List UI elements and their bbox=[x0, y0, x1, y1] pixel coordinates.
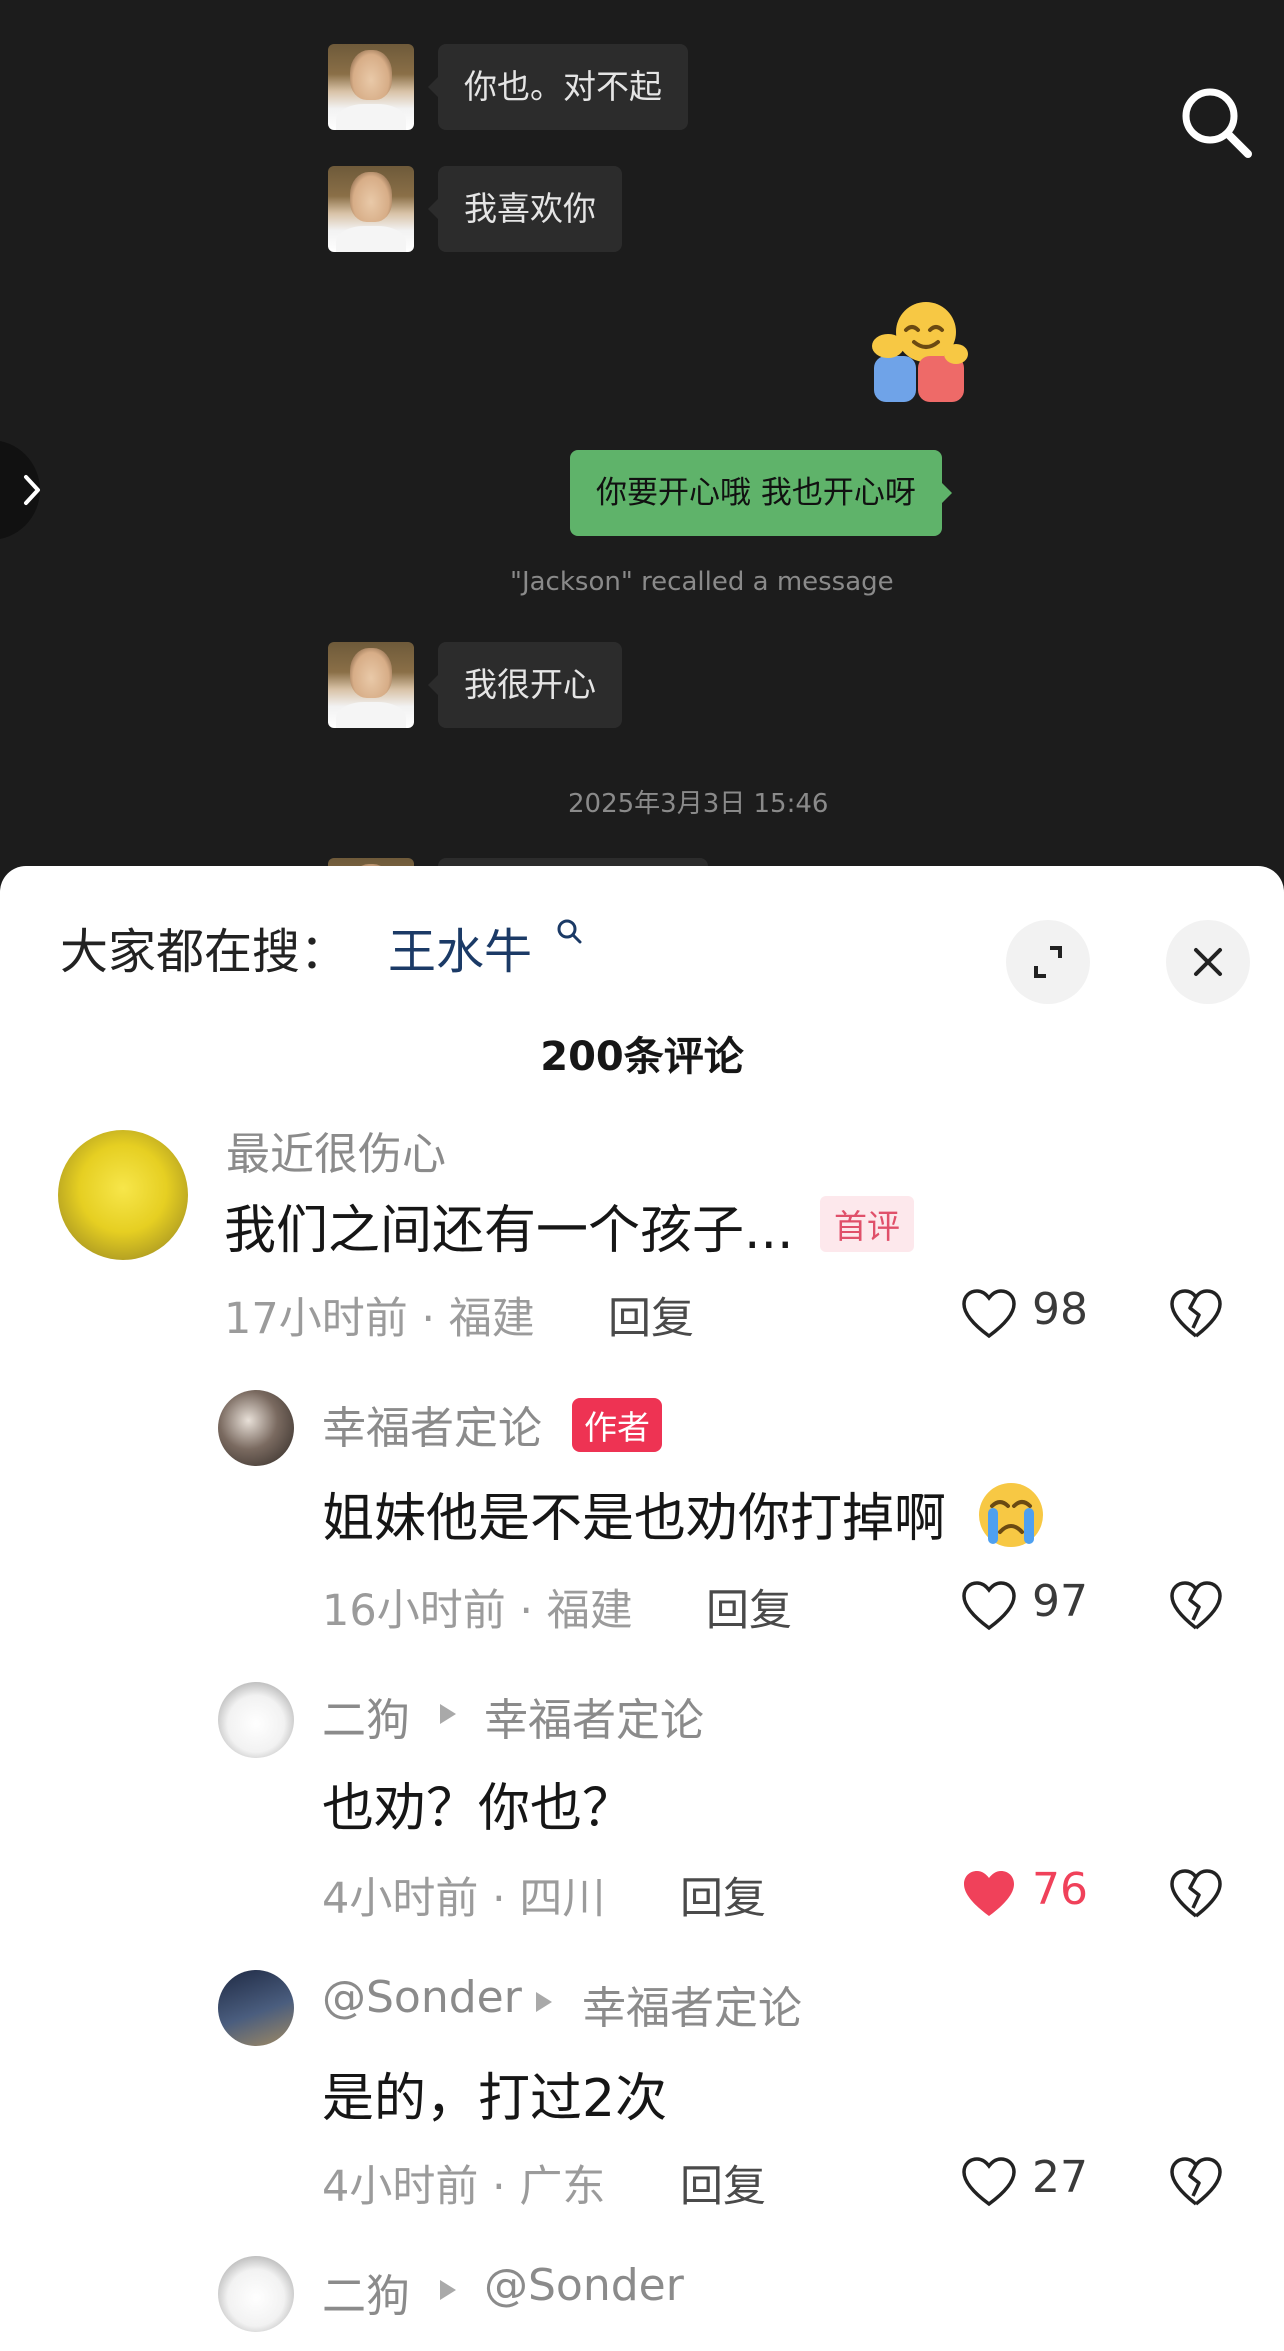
contact-avatar[interactable] bbox=[328, 166, 414, 252]
first-comment-tag: 首评 bbox=[820, 1196, 914, 1252]
reply-arrow-icon bbox=[536, 1992, 552, 2012]
commenter-name[interactable]: 幸福者定论 bbox=[322, 1392, 542, 1456]
comment-meta: 4小时前 · 四川 bbox=[322, 1874, 606, 1924]
like-count: 97 bbox=[1032, 1576, 1088, 1627]
search-icon[interactable] bbox=[556, 918, 582, 944]
chat-timestamp: 2025年3月3日 15:46 bbox=[568, 789, 829, 819]
reply-button[interactable]: 回复 bbox=[680, 1864, 766, 1926]
reply-button[interactable]: 回复 bbox=[706, 1576, 792, 1638]
like-count: 27 bbox=[1032, 2152, 1088, 2203]
like-count: 98 bbox=[1032, 1284, 1088, 1335]
incoming-message: 我喜欢你 bbox=[428, 166, 622, 252]
close-icon bbox=[1194, 948, 1222, 976]
heart-icon[interactable] bbox=[960, 1580, 1018, 1632]
comment-meta: 17小时前 · 福建 bbox=[224, 1294, 535, 1344]
heart-icon[interactable] bbox=[960, 1868, 1018, 1920]
hug-emoji bbox=[872, 302, 968, 402]
commenter-avatar[interactable] bbox=[218, 1970, 294, 2046]
comment-text: 是的，打过2次 bbox=[322, 2069, 668, 2129]
author-tag: 作者 bbox=[572, 1398, 662, 1452]
incoming-message: 我很开心 bbox=[428, 642, 622, 728]
reply-button[interactable]: 回复 bbox=[608, 1284, 694, 1346]
expand-button[interactable] bbox=[1006, 920, 1090, 1004]
reply-button[interactable]: 回复 bbox=[680, 2152, 766, 2214]
broken-heart-icon[interactable] bbox=[1168, 2156, 1224, 2208]
commenter-avatar[interactable] bbox=[58, 1130, 188, 1260]
commenter-avatar[interactable] bbox=[218, 1682, 294, 1758]
comment-text: 姐妹他是不是也劝你打掉啊 bbox=[322, 1489, 947, 1549]
comment-text: 也劝？你也？ bbox=[322, 1779, 635, 1839]
comment-sheet: 大家都在搜： 王水牛 200条评论 最近很伤心 我们之间还有一个孩子... 首评… bbox=[0, 866, 1284, 2351]
commenter-name[interactable]: 二狗 bbox=[322, 2260, 410, 2324]
reply-arrow-icon bbox=[440, 1704, 456, 1724]
commenter-name[interactable]: @Sonder bbox=[322, 1972, 522, 2023]
broken-heart-icon[interactable] bbox=[1168, 1580, 1224, 1632]
commenter-name[interactable]: 最近很伤心 bbox=[226, 1132, 446, 1182]
comment-meta: 4小时前 · 广东 bbox=[322, 2162, 606, 2212]
broken-heart-icon[interactable] bbox=[1168, 1868, 1224, 1920]
close-button[interactable] bbox=[1166, 920, 1250, 1004]
commenter-name[interactable]: 二狗 bbox=[322, 1684, 410, 1748]
reply-to-name[interactable]: 幸福者定论 bbox=[582, 1972, 802, 2036]
contact-avatar[interactable] bbox=[328, 44, 414, 130]
heart-icon[interactable] bbox=[960, 2156, 1018, 2208]
comment-text: 我们之间还有一个孩子... bbox=[224, 1201, 794, 1261]
reply-to-name[interactable]: @Sonder bbox=[484, 2260, 684, 2311]
recall-notice: "Jackson" recalled a message bbox=[510, 567, 894, 597]
chat-screenshot: 你也。对不起 我喜欢你 你要开心哦 我也开心呀 "Jackson" recall… bbox=[0, 0, 1284, 880]
comment-meta: 16小时前 · 福建 bbox=[322, 1586, 633, 1636]
contact-avatar[interactable] bbox=[328, 642, 414, 728]
outgoing-message: 你要开心哦 我也开心呀 bbox=[570, 450, 952, 536]
reply-to-name[interactable]: 幸福者定论 bbox=[484, 1684, 704, 1748]
commenter-avatar[interactable] bbox=[218, 2256, 294, 2332]
incoming-message: 你也。对不起 bbox=[428, 44, 688, 130]
hot-search-prefix: 大家都在搜： bbox=[60, 924, 349, 980]
broken-heart-icon[interactable] bbox=[1168, 1288, 1224, 1340]
reply-arrow-icon bbox=[440, 2280, 456, 2300]
like-count: 76 bbox=[1032, 1864, 1088, 1915]
expand-icon bbox=[1034, 946, 1062, 978]
hot-search-keyword[interactable]: 王水牛 bbox=[388, 912, 532, 982]
chevron-right-icon[interactable] bbox=[22, 473, 44, 507]
search-icon[interactable] bbox=[1174, 80, 1258, 164]
crying-emoji bbox=[979, 1483, 1043, 1547]
heart-icon[interactable] bbox=[960, 1288, 1018, 1340]
commenter-avatar[interactable] bbox=[218, 1390, 294, 1466]
comment-count-title: 200条评论 bbox=[540, 1034, 744, 1080]
